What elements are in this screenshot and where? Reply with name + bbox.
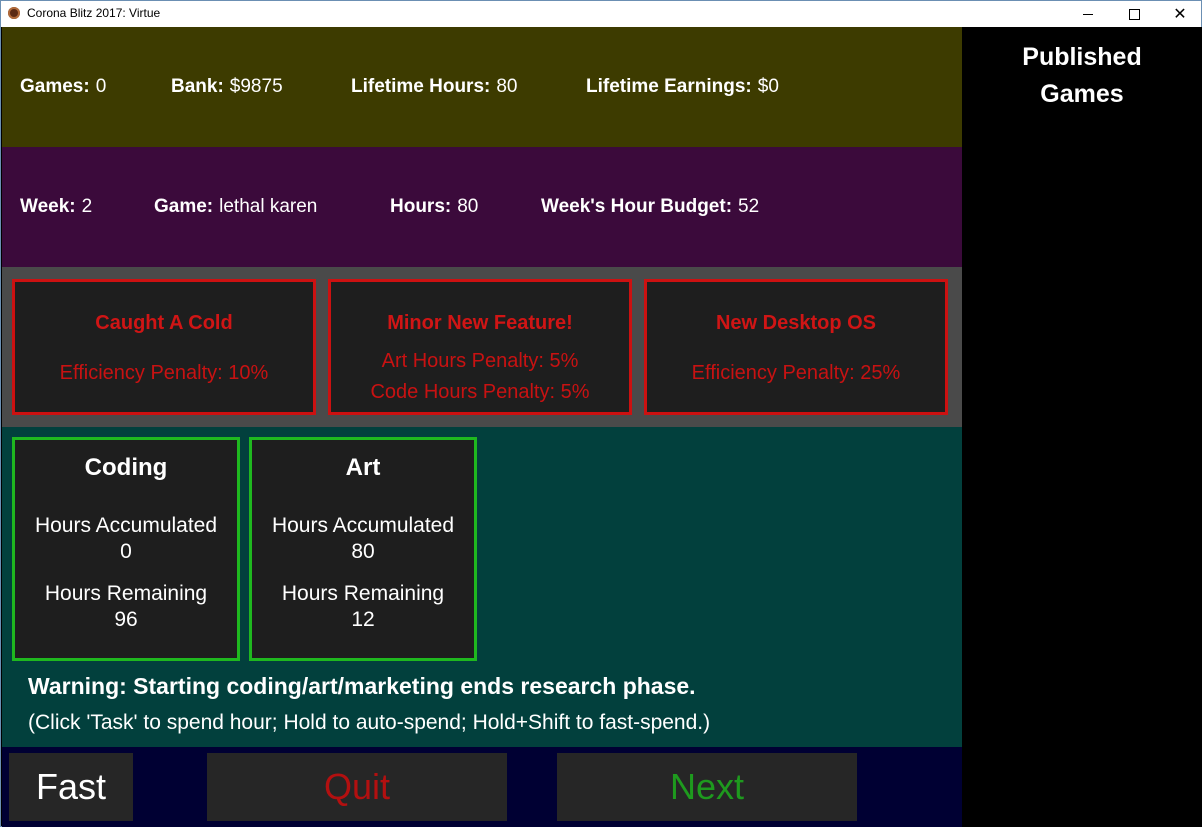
game-name-value: lethal karen: [219, 196, 318, 217]
event-title: New Desktop OS: [715, 312, 877, 334]
events-panel: Caught A Cold Efficiency Penalty: 10% Mi…: [2, 267, 962, 427]
app-icon: [8, 7, 20, 19]
event-card-minor-new-feature: Minor New Feature! Art Hours Penalty: 5%…: [328, 279, 632, 415]
lifetime-hours-value: 80: [496, 76, 518, 97]
games-value: 0: [95, 76, 107, 97]
event-title: Minor New Feature!: [387, 312, 573, 334]
maximize-button[interactable]: [1111, 1, 1157, 27]
lifetime-hours-label: Lifetime Hours:: [351, 76, 491, 97]
fast-button[interactable]: Fast: [9, 753, 133, 821]
event-effect: Efficiency Penalty: 25%: [691, 362, 901, 384]
week-stats-bar: Week: 2 Game: lethal karen Hours: 80 Wee…: [2, 147, 962, 267]
published-games-sidebar: Published Games: [962, 27, 1202, 827]
hours-value: 80: [457, 196, 479, 217]
hours-remaining-value: 96: [114, 608, 138, 631]
task-card-coding[interactable]: Coding Hours Accumulated 0 Hours Remaini…: [12, 437, 240, 661]
lifetime-earnings-stat: Lifetime Earnings: $0: [586, 27, 779, 147]
hours-remaining-label: Hours Remaining: [44, 582, 208, 605]
hours-remaining-value: 12: [351, 608, 375, 631]
game-label: Game:: [154, 196, 214, 217]
event-effect: Code Hours Penalty: 5%: [370, 381, 590, 403]
event-title: Caught A Cold: [95, 312, 233, 334]
hours-accumulated-value: 0: [120, 540, 132, 563]
hour-budget-stat: Week's Hour Budget: 52: [541, 147, 759, 267]
lifetime-earnings-value: $0: [757, 76, 779, 97]
published-games-title: Published Games: [1022, 43, 1142, 108]
task-title: Coding: [84, 454, 168, 481]
bank-stat: Bank: $9875: [171, 27, 283, 147]
close-button[interactable]: ✕: [1157, 1, 1202, 27]
quit-button[interactable]: Quit: [207, 753, 507, 821]
hours-label: Hours:: [390, 196, 452, 217]
hours-accumulated-value: 80: [351, 540, 375, 563]
minimize-button[interactable]: [1065, 1, 1111, 27]
lifetime-earnings-label: Lifetime Earnings:: [586, 76, 752, 97]
hour-budget-label: Week's Hour Budget:: [541, 196, 733, 217]
games-label: Games:: [20, 76, 90, 97]
research-phase-warning: Warning: Starting coding/art/marketing e…: [28, 673, 696, 699]
close-icon: ✕: [1173, 4, 1187, 23]
game-name-stat: Game: lethal karen: [154, 147, 317, 267]
hour-budget-value: 52: [738, 196, 760, 217]
task-usage-hint: (Click 'Task' to spend hour; Hold to aut…: [28, 711, 711, 734]
hours-accumulated-label: Hours Accumulated: [271, 514, 455, 537]
game-main-panel: Games: 0 Bank: $9875 Lifetime Hours: 80 …: [2, 27, 962, 827]
maximize-icon: [1128, 8, 1140, 20]
bank-label: Bank:: [171, 76, 224, 97]
next-button[interactable]: Next: [557, 753, 857, 821]
lifetime-hours-stat: Lifetime Hours: 80: [351, 27, 518, 147]
hours-remaining-label: Hours Remaining: [281, 582, 445, 605]
event-effect: Art Hours Penalty: 5%: [381, 350, 579, 372]
task-title: Art: [345, 454, 381, 481]
week-value: 2: [81, 196, 93, 217]
event-effect: Efficiency Penalty: 10%: [59, 362, 269, 384]
lifetime-stats-bar: Games: 0 Bank: $9875 Lifetime Hours: 80 …: [2, 27, 962, 147]
task-card-art[interactable]: Art Hours Accumulated 80 Hours Remaining…: [249, 437, 477, 661]
week-label: Week:: [20, 196, 76, 217]
event-card-new-desktop-os: New Desktop OS Efficiency Penalty: 25%: [644, 279, 948, 415]
window-title: Corona Blitz 2017: Virtue: [27, 6, 161, 20]
games-stat: Games: 0: [20, 27, 106, 147]
week-stat: Week: 2: [20, 147, 92, 267]
title-bar[interactable]: Corona Blitz 2017: Virtue ✕: [1, 1, 1201, 27]
hours-accumulated-label: Hours Accumulated: [34, 514, 218, 537]
bank-value: $9875: [229, 76, 283, 97]
minimize-icon: [1083, 13, 1093, 15]
hours-stat: Hours: 80: [390, 147, 478, 267]
game-window: Corona Blitz 2017: Virtue ✕ Games: 0 Ban…: [0, 0, 1202, 827]
event-card-caught-a-cold: Caught A Cold Efficiency Penalty: 10%: [12, 279, 316, 415]
